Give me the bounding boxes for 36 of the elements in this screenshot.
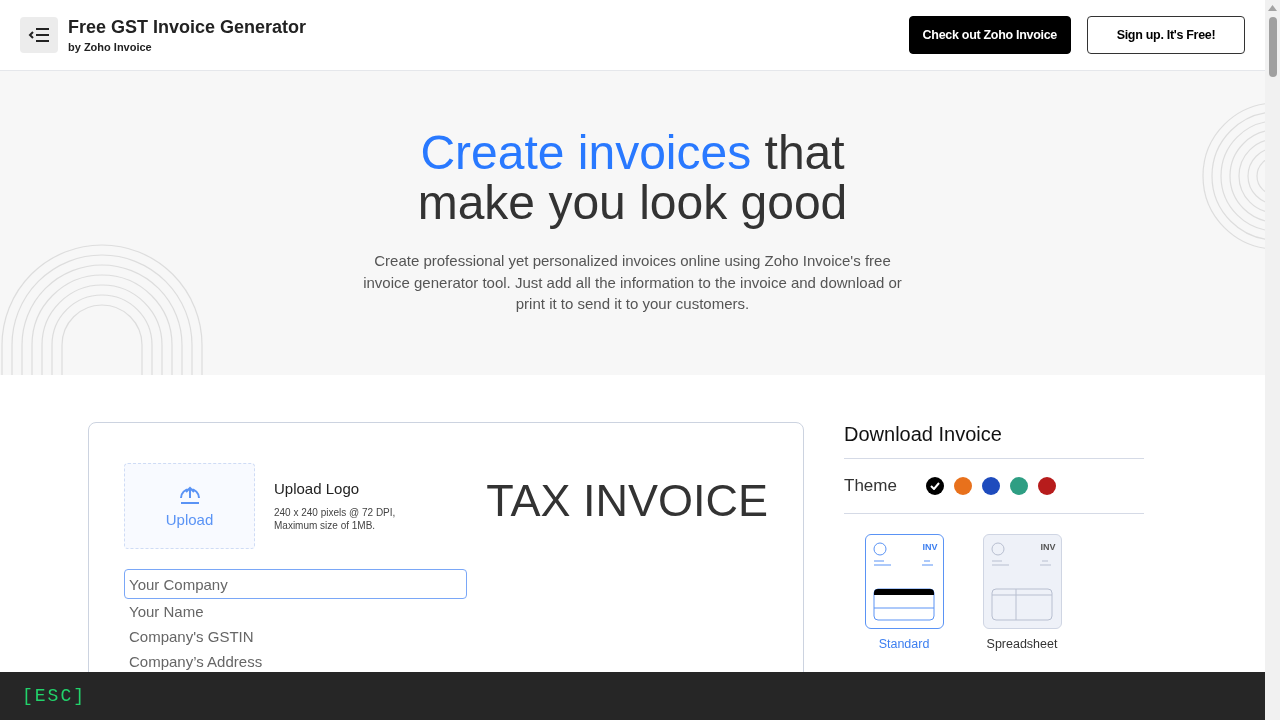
site-subtitle: by Zoho Invoice <box>68 39 153 55</box>
scroll-up-arrow-icon[interactable] <box>1268 5 1277 11</box>
upload-logo-hint: 240 x 240 pixels @ 72 DPI, Maximum size of 1MB. <box>274 505 396 532</box>
template-thumbnail[interactable]: INV <box>864 533 944 629</box>
checkmark-icon <box>930 481 940 490</box>
template-label: Standard <box>878 635 930 653</box>
invoice-title: TAX INVOICE <box>486 474 768 528</box>
hero-heading-highlight: Create invoices <box>420 126 752 179</box>
theme-color-swatch[interactable] <box>1038 476 1056 495</box>
hero-description: Create professional yet personalized invoices online using Zoho Invoice's free invoice generator tool. Just add all the information to the invoice and download or print it to send it to your customers. <box>362 251 903 314</box>
site-title: Free GST Invoice Generator <box>68 15 307 39</box>
text-field[interactable]: Company's GSTIN <box>124 624 467 649</box>
upload-label: Upload <box>165 509 214 530</box>
scrollbar-thumb[interactable] <box>1268 17 1277 77</box>
theme-color-swatch[interactable] <box>926 476 944 495</box>
upload-logo-title: Upload Logo <box>274 479 361 499</box>
menu-button[interactable] <box>20 17 58 53</box>
text-field[interactable]: Company’s Address <box>124 649 467 674</box>
esc-key-hint[interactable]: [ESC] <box>22 682 86 710</box>
theme-color-swatch[interactable] <box>954 476 972 495</box>
template-label: Spreadsheet <box>986 635 1058 653</box>
download-invoice-heading: Download Invoice <box>844 424 1144 459</box>
scrollbar[interactable] <box>1265 0 1280 720</box>
theme-color-swatch[interactable] <box>982 476 1000 495</box>
template-thumbnail[interactable]: INV <box>982 533 1062 629</box>
text-field[interactable]: Your Company <box>124 569 467 599</box>
invoice-tag: INV <box>1040 540 1056 554</box>
invoice-tag: INV <box>922 540 938 554</box>
menu-icon <box>28 27 50 43</box>
text-field[interactable]: Your Name <box>124 599 467 624</box>
check-out-button[interactable]: Check out Zoho Invoice <box>908 16 1071 54</box>
hero-heading: that <box>764 126 845 179</box>
theme-label: Theme <box>844 475 898 497</box>
sign-up-button[interactable]: Sign up. It's Free! <box>1087 16 1245 54</box>
hero-heading: make you look good <box>417 178 848 228</box>
theme-color-swatch[interactable] <box>1010 476 1028 495</box>
